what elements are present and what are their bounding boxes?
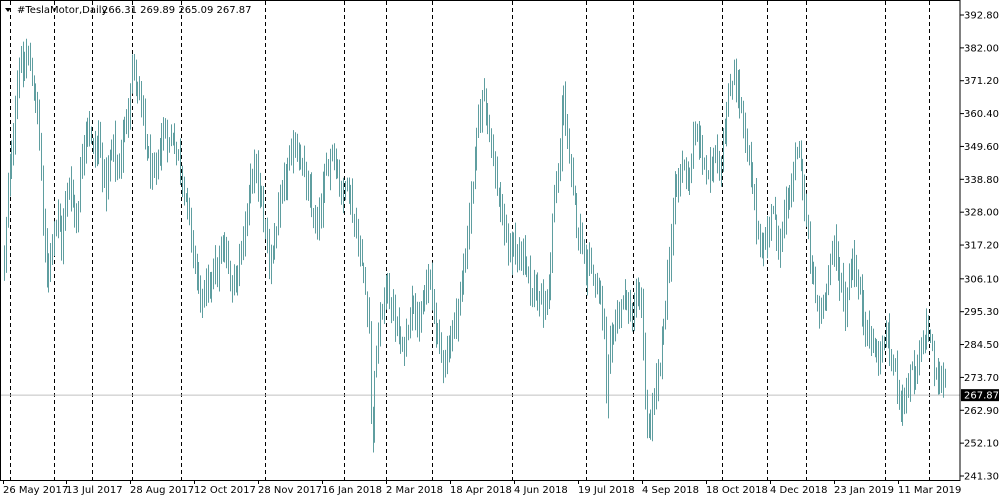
x-tick-label: 28 Aug 2017 <box>130 485 194 496</box>
x-tick-label: 28 Nov 2017 <box>258 485 322 496</box>
y-tick-label: 338.80 <box>964 175 999 186</box>
y-tick-label: 284.50 <box>964 340 999 351</box>
x-tick-label: 12 Oct 2017 <box>194 485 256 496</box>
x-tick-label: 4 Jun 2018 <box>514 485 568 496</box>
ohlc-readout: 266.31 269.89 265.09 267.87 <box>102 5 252 16</box>
y-tick-label: 317.20 <box>964 241 999 252</box>
x-tick-label: 26 May 2017 <box>3 485 68 496</box>
y-tick-label: 262.90 <box>964 406 999 417</box>
plot-frame <box>0 0 961 481</box>
y-tick-label: 392.80 <box>964 11 999 22</box>
x-tick-label: 13 Jul 2017 <box>66 485 123 496</box>
x-tick-label: 2 Mar 2018 <box>386 485 443 496</box>
chart-canvas[interactable]: 26 May 201713 Jul 2017 28 Aug 2017 12 Oct … <box>0 0 1000 500</box>
y-tick-label: 306.10 <box>964 274 999 285</box>
y-tick-label: 241.30 <box>964 472 999 483</box>
x-tick-label: 4 Dec 2018 <box>770 485 828 496</box>
x-tick-label: 11 Mar 2019 <box>898 485 961 496</box>
y-tick-label: 252.10 <box>964 439 999 450</box>
y-tick-label: 382.00 <box>964 43 999 54</box>
axes: 26 May 201713 Jul 2017 28 Aug 2017 12 Oct … <box>0 0 999 496</box>
x-tick-label: 23 Jan 2019 <box>834 485 894 496</box>
price-chart[interactable]: 26 May 2017 13 Jul 2017 28 Aug 2017 12 Oct … <box>0 0 1000 500</box>
x-tick-label: 18 Oct 2018 <box>706 485 768 496</box>
x-tick-label: 19 Jul 2018 <box>578 485 635 496</box>
y-tick-label: 328.00 <box>964 208 999 219</box>
y-tick-label: 295.30 <box>964 307 999 318</box>
chart-header: #TeslaMotor,Daily 266.31 269.89 265.09 2… <box>5 5 252 16</box>
y-tick-label: 360.40 <box>964 109 999 120</box>
last-price-label: 267.87 <box>964 391 999 402</box>
y-tick-label: 349.60 <box>964 142 999 153</box>
y-tick-label: 371.20 <box>964 76 999 87</box>
x-tick-label: 4 Sep 2018 <box>642 485 699 496</box>
x-tick-label: 18 Apr 2018 <box>450 485 512 496</box>
ohlc-bars <box>4 38 946 453</box>
x-tick-label: 16 Jan 2018 <box>322 485 382 496</box>
symbol-label: #TeslaMotor,Daily <box>17 5 108 16</box>
y-tick-label: 273.70 <box>964 373 999 384</box>
